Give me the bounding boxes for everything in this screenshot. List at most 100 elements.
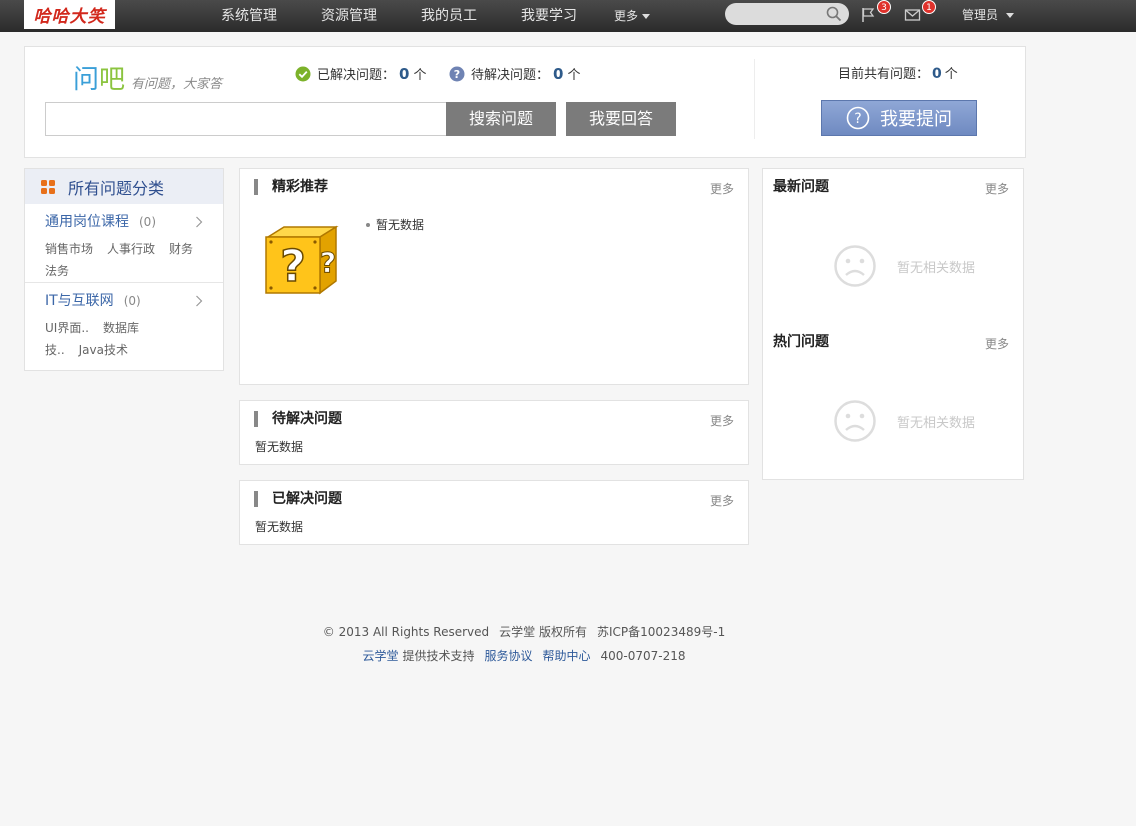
category-sidebar: 所有问题分类 通用岗位课程 (0) 销售市场 人事行政 财务法务 IT与互联网 (0) … [24,168,224,371]
solved-stat: 已解决问题： 0 个 [295,64,426,83]
nav-more-menu[interactable]: 更多 [614,0,651,32]
mail-badge: 1 [922,0,936,14]
pending-stat: ? 待解决问题： 0 个 [449,64,580,83]
hot-title: 热门问题 [773,334,829,350]
header-divider [754,59,755,139]
help-center-link[interactable]: 帮助中心 [543,649,591,663]
subcategory-list: UI界面.. 数据库技.. Java技术 [45,317,195,361]
total-label: 目前共有问题： [838,67,930,82]
solved-label: 已解决问题： [317,68,396,83]
user-menu[interactable]: 管理员 [962,0,1015,32]
svg-text:?: ? [854,111,861,127]
panel-title: 精彩推荐 [254,179,328,195]
hot-empty-text: 暂无相关数据 [897,415,976,431]
category-general: 通用岗位课程 (0) 销售市场 人事行政 财务法务 [25,204,223,282]
solved-panel: 已解决问题 更多 暂无数据 [239,480,749,545]
latest-empty-state: 暂无相关数据 [833,244,975,288]
pending-panel: 待解决问题 更多 暂无数据 [239,400,749,465]
ask-question-button[interactable]: ? 我要提问 [821,100,977,136]
notification-badge: 3 [877,0,891,14]
more-link[interactable]: 更多 [710,180,734,197]
nav-learning[interactable]: 我要学习 [521,0,577,32]
answer-button[interactable]: 我要回答 [566,102,676,136]
brand-title: 问吧 [73,59,125,96]
chevron-right-icon[interactable] [195,295,203,307]
empty-text: 暂无数据 [255,440,304,454]
pending-count: 0 [553,64,564,83]
more-link[interactable]: 更多 [985,180,1009,197]
ask-button-label: 我要提问 [880,109,952,130]
category-count: (0) [139,215,156,229]
phone-number: 400-0707-218 [600,649,686,663]
chevron-right-icon[interactable] [195,216,203,228]
sad-face-icon [834,400,876,442]
question-block-image: ? ? [265,225,339,295]
latest-empty-text: 暂无相关数据 [897,260,976,276]
featured-empty-text: 暂无数据 [376,218,425,232]
total-count: 0 [932,66,942,82]
empty-text: 暂无数据 [255,520,304,534]
pending-unit: 个 [567,68,581,83]
search-question-button[interactable]: 搜索问题 [446,102,556,136]
grid-icon [41,179,55,194]
category-it-internet: IT与互联网 (0) UI界面.. 数据库技.. Java技术 [25,282,223,361]
solved-unit: 个 [413,68,427,83]
more-link[interactable]: 更多 [985,335,1009,352]
company-text: 云学堂 版权所有 [499,625,587,639]
user-name: 管理员 [962,8,999,22]
nav-system-management[interactable]: 系统管理 [221,0,277,32]
featured-panel: 精彩推荐 更多 ? ? 暂无数据 [239,168,749,385]
subcategory-list: 销售市场 人事行政 财务法务 [45,238,195,282]
check-circle-icon [295,66,311,81]
brand-title-b: 吧 [99,65,126,95]
flag-icon[interactable] [860,6,878,24]
footer-line-1: © 2013 All Rights Reserved 云学堂 版权所有 苏ICP备1… [0,620,1048,644]
chevron-down-icon [1006,13,1015,18]
pending-label: 待解决问题： [471,68,550,83]
nav-my-staff[interactable]: 我的员工 [421,0,477,32]
question-search-input[interactable] [45,102,447,136]
logo-text: 哈哈大笑 [33,7,106,27]
qa-header-panel: 问吧 有问题，大家答 已解决问题： 0 个 ? 待解决问题： 0 个 搜索问题 我要回答… [24,46,1026,158]
panel-title: 已解决问题 [254,491,342,507]
more-link[interactable]: 更多 [710,492,734,509]
icp-text: 苏ICP备10023489号-1 [597,625,726,639]
tech-support-link[interactable]: 云学堂 [362,649,398,663]
subcategory-link[interactable]: 销售市场 [45,242,93,256]
sad-face-icon [834,245,876,287]
latest-title: 最新问题 [773,179,829,195]
subcategory-link[interactable]: 人事行政 [107,242,155,256]
sidebar-title: 所有问题分类 [68,178,165,198]
qa-brand: 问吧 有问题，大家答 [73,59,222,96]
svg-text:?: ? [320,246,336,279]
category-name: 通用岗位课程 [45,214,129,230]
brand-title-a: 问 [73,65,100,95]
site-logo[interactable]: 哈哈大笑 [24,0,115,29]
more-link[interactable]: 更多 [710,412,734,429]
subcategory-link[interactable]: UI界面.. [45,321,89,335]
category-count: (0) [123,294,141,308]
subcategory-link[interactable]: Java技术 [79,343,128,357]
copyright-text: © 2013 All Rights Reserved [322,625,490,639]
nav-resource-management[interactable]: 资源管理 [321,0,377,32]
svg-text:?: ? [454,68,460,81]
search-icon[interactable] [826,6,842,22]
sidebar-header: 所有问题分类 [25,169,223,204]
footer-line-2: 云学堂 提供技术支持 服务协议 帮助中心 400-0707-218 [0,644,1048,668]
nav-more-label: 更多 [614,9,639,23]
mail-icon[interactable] [904,6,922,24]
category-name: IT与互联网 [45,293,114,309]
solved-count: 0 [399,64,410,83]
tech-support-text: 提供技术支持 [402,649,475,663]
panel-title: 待解决问题 [254,411,342,427]
svg-text:?: ? [280,241,306,292]
page-footer: © 2013 All Rights Reserved 云学堂 版权所有 苏ICP备1… [0,620,1048,668]
latest-hot-panel: 最新问题 更多 暂无相关数据 热门问题 更多 暂无相关数据 [762,168,1024,480]
top-navbar: 哈哈大笑 系统管理 资源管理 我的员工 我要学习 更多 3 1 管理员 [0,0,1136,32]
hot-empty-state: 暂无相关数据 [833,399,975,443]
question-circle-icon: ? [449,66,465,81]
total-questions: 目前共有问题： 0 个 [838,63,958,82]
chevron-down-icon [642,14,651,19]
question-circle-icon: ? [846,106,870,130]
agreement-link[interactable]: 服务协议 [484,649,532,663]
